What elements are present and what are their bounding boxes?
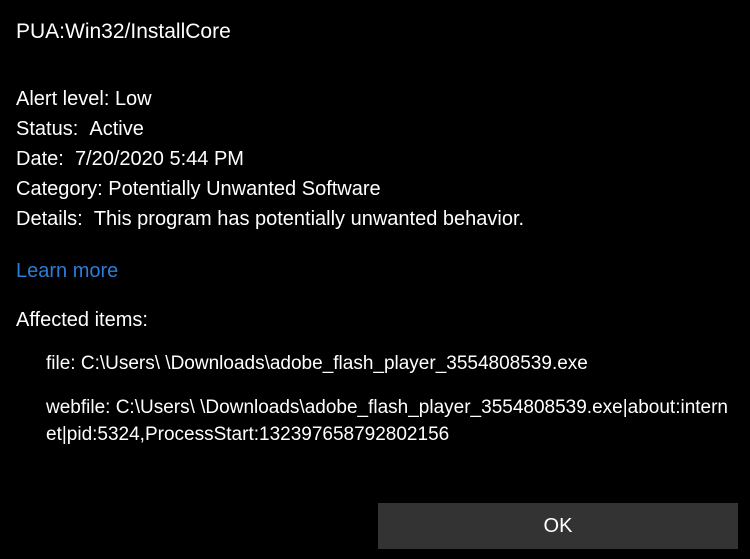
date-label: Date: <box>16 144 64 174</box>
alert-level-value: Low <box>109 84 151 114</box>
details-row: Details: This program has potentially un… <box>16 204 734 234</box>
ok-button[interactable]: OK <box>378 503 738 549</box>
details-value: This program has potentially unwanted be… <box>83 204 524 234</box>
date-row: Date: 7/20/2020 5:44 PM <box>16 144 734 174</box>
threat-name: PUA:Win32/InstallCore <box>16 20 734 44</box>
threat-details-panel: PUA:Win32/InstallCore Alert level: Low S… <box>0 0 750 559</box>
category-row: Category: Potentially Unwanted Software <box>16 174 734 204</box>
date-value: 7/20/2020 5:44 PM <box>64 144 244 174</box>
affected-item: file: C:\Users\ \Downloads\adobe_flash_p… <box>46 350 734 378</box>
learn-more-link[interactable]: Learn more <box>16 260 118 283</box>
alert-level-label: Alert level: <box>16 84 109 114</box>
affected-item: webfile: C:\Users\ \Downloads\adobe_flas… <box>46 394 734 449</box>
category-label: Category: <box>16 174 103 204</box>
details-label: Details: <box>16 204 83 234</box>
threat-info-block: Alert level: Low Status: Active Date: 7/… <box>16 84 734 234</box>
affected-items-heading: Affected items: <box>16 309 734 332</box>
status-label: Status: <box>16 114 78 144</box>
alert-level-row: Alert level: Low <box>16 84 734 114</box>
category-value: Potentially Unwanted Software <box>103 174 381 204</box>
status-row: Status: Active <box>16 114 734 144</box>
status-value: Active <box>78 114 144 144</box>
